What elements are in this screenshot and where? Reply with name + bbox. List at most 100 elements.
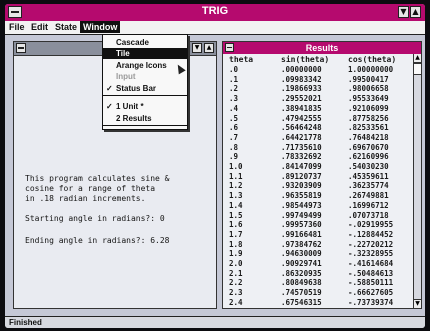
start-angle-prompt: Starting angle in radians?: 0 (25, 214, 165, 223)
window-menu-item[interactable]: ✓ 1 Unit * (103, 101, 187, 112)
window-menu-item-label: 2 Results (116, 114, 152, 123)
table-row: 2.4 .67546315 -.73739374 (223, 298, 413, 307)
table-row: 1.8 .97384762 -.22720212 (223, 240, 413, 249)
table-row: .1 .09983342 .99500417 (223, 75, 413, 84)
window-menu-item-label: 1 Unit * (116, 102, 144, 111)
menu-window[interactable]: Window (80, 21, 121, 33)
cos-cell: -.50484613 (348, 268, 394, 278)
cos-cell: .99500417 (348, 74, 389, 84)
table-row: 1.7 .99166481 -.12884452 (223, 230, 413, 239)
menu-file[interactable]: File (9, 22, 25, 32)
scroll-thumb[interactable] (414, 63, 421, 75)
cos-cell: .62160996 (348, 152, 389, 162)
cos-cell: 1.00000000 (348, 65, 394, 74)
window-menu-item-label: Status Bar (116, 84, 157, 93)
window-menu-item[interactable]: Cascade (103, 37, 187, 48)
results-title: Results (223, 42, 421, 54)
child-minimize-icon[interactable]: ▼ (192, 43, 202, 53)
table-row: 1.3 .96355819 .26749881 (223, 191, 413, 200)
end-angle-prompt: Ending angle in radians?: 6.28 (25, 236, 170, 245)
table-row: 2.2 .80849638 -.58850111 (223, 278, 413, 287)
theta-cell: .8 (229, 142, 239, 152)
cos-cell: .36235774 (348, 181, 389, 191)
theta-cell: 2.3 (229, 288, 243, 298)
sin-cell: .90929741 (281, 259, 322, 268)
program-description: This program calculates sine & cosine fo… (25, 174, 170, 203)
cos-cell: -.58850111 (348, 278, 394, 288)
cos-cell: .82533561 (348, 123, 389, 133)
window-menu-item[interactable]: Tile (103, 48, 187, 59)
checkmark-icon: ✓ (106, 102, 113, 111)
window-menu-item-label: Input (116, 72, 136, 81)
screen: TRIG ▼ ▲ File Edit State Window ▼ ▲ This… (5, 4, 425, 328)
cos-cell: .07073718 (348, 210, 389, 220)
menu-edit[interactable]: Edit (31, 22, 48, 32)
table-row: .8 .71735610 .69670670 (223, 143, 413, 152)
sin-cell: .56464248 (281, 123, 322, 133)
window-menu-item[interactable]: ✓ Status Bar (103, 83, 187, 94)
sin-cell: .64421778 (281, 132, 322, 142)
sin-cell: .71735610 (281, 142, 322, 152)
theta-cell: .1 (229, 74, 239, 84)
menu-separator (103, 95, 187, 96)
sin-cell: .19866933 (281, 84, 322, 94)
window-menu-item[interactable]: 2 Results (103, 113, 187, 124)
cos-cell: .69670670 (348, 142, 389, 152)
sin-cell: .67546315 (281, 297, 322, 307)
theta-cell: 1.1 (229, 171, 243, 181)
results-title-text: Results (305, 43, 339, 53)
theta-cell: .2 (229, 84, 239, 94)
menu-state[interactable]: State (55, 22, 77, 32)
theta-cell: 1.9 (229, 249, 243, 259)
theta-cell: 1.0 (229, 162, 243, 171)
sin-cell: .99166481 (281, 229, 322, 239)
table-row: 1.6 .99957360 -.02919955 (223, 220, 413, 229)
sin-cell: .97384762 (281, 239, 322, 249)
theta-cell: 1.7 (229, 229, 243, 239)
theta-cell: 2.0 (229, 259, 243, 268)
table-row: .9 .78332692 .62160996 (223, 152, 413, 161)
minimize-icon[interactable]: ▼ (398, 6, 409, 18)
menu-separator (103, 125, 187, 126)
status-bar: Finished (5, 316, 425, 328)
table-row: .0 .00000000 1.00000000 (223, 65, 413, 74)
sin-cell: .84147099 (281, 162, 322, 171)
table-row: 1.2 .93203909 .36235774 (223, 181, 413, 190)
results-system-menu-icon[interactable] (225, 43, 234, 52)
cos-cell: .92106099 (348, 103, 389, 113)
sin-cell: .78332692 (281, 152, 322, 162)
theta-cell: .4 (229, 103, 239, 113)
cos-cell: .95533649 (348, 94, 389, 104)
sin-cell: .38941835 (281, 103, 322, 113)
theta-cell: .7 (229, 132, 239, 142)
cos-cell: -.12884452 (348, 229, 394, 239)
results-window[interactable]: Results theta sin(theta) cos(theta) .0.0… (222, 41, 422, 309)
cos-cell: .45359611 (348, 171, 389, 181)
theta-cell: 1.2 (229, 181, 243, 191)
maximize-icon[interactable]: ▲ (410, 6, 421, 18)
cos-cell: .76484218 (348, 132, 389, 142)
table-row: .2 .19866933 .98006658 (223, 84, 413, 93)
theta-cell: 2.2 (229, 278, 243, 288)
cos-cell: -.73739374 (348, 297, 394, 307)
scroll-up-icon[interactable]: ▲ (414, 54, 421, 63)
window-menu-item[interactable]: Input (103, 71, 187, 82)
scroll-down-icon[interactable]: ▼ (414, 299, 421, 308)
child-system-menu-icon[interactable] (16, 43, 26, 53)
column-header-sin: sin(theta) (281, 55, 330, 64)
table-row: 2.3 .74570519 -.66627605 (223, 288, 413, 297)
window-menu: Cascade Tile Arange Icons Input ✓ Status Bar ✓… (102, 34, 188, 130)
theta-cell: 1.3 (229, 191, 243, 201)
sin-cell: .80849638 (281, 278, 322, 288)
title-bar: TRIG ▼ ▲ (5, 4, 425, 21)
child-maximize-icon[interactable]: ▲ (204, 43, 214, 53)
table-row: 2.0 .90929741 -.41614684 (223, 259, 413, 268)
theta-cell: 1.5 (229, 210, 243, 220)
cos-cell: -.32328955 (348, 249, 394, 259)
results-scrollbar[interactable]: ▲ ▼ (413, 54, 421, 308)
column-header-cos: cos(theta) (348, 55, 397, 64)
menu-bar: File Edit State Window (5, 21, 425, 35)
theta-cell: .9 (229, 152, 239, 162)
window-menu-item-label: Tile (116, 49, 130, 58)
status-text: Finished (9, 318, 42, 327)
